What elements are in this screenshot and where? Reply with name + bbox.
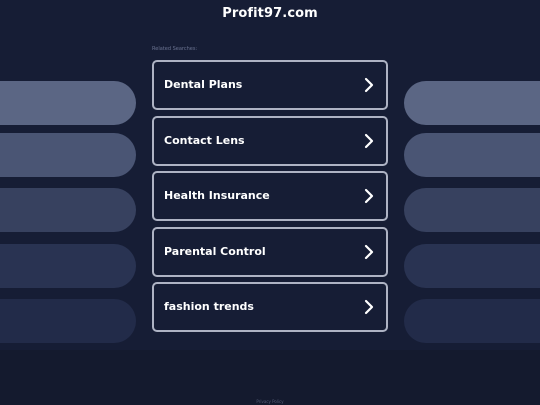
decor-blob-right-4 (404, 244, 540, 288)
chevron-right-icon (364, 244, 374, 259)
chevron-right-icon (364, 133, 374, 148)
related-link-label: Health Insurance (164, 189, 270, 203)
related-link-contact-lens[interactable]: Contact Lens (152, 115, 388, 166)
decor-blob-right-5 (404, 299, 540, 343)
related-links-list: Dental Plans Contact Lens Health Insuran… (152, 60, 388, 338)
related-link-dental-plans[interactable]: Dental Plans (152, 60, 388, 110)
related-link-label: Parental Control (164, 244, 266, 258)
decor-blob-right-2 (404, 133, 540, 177)
decor-blob-right-1 (404, 81, 540, 125)
related-link-label: fashion trends (164, 300, 254, 314)
decor-blob-right-3 (404, 188, 540, 232)
main-area: Profit97.com Related Searches: Dental Pl… (0, 0, 540, 350)
privacy-policy-link[interactable]: Privacy Policy (0, 399, 540, 404)
decor-blob-left-1 (0, 81, 136, 125)
decor-blob-left-2 (0, 133, 136, 177)
page: Profit97.com Related Searches: Dental Pl… (0, 0, 540, 405)
chevron-right-icon (364, 77, 374, 93)
related-link-fashion-trends[interactable]: fashion trends (152, 282, 388, 333)
related-link-health-insurance[interactable]: Health Insurance (152, 171, 388, 222)
related-link-parental-control[interactable]: Parental Control (152, 226, 388, 277)
chevron-right-icon (364, 300, 374, 315)
related-link-label: Contact Lens (164, 133, 245, 147)
related-searches-label: Related Searches: (152, 46, 198, 52)
decor-blob-left-4 (0, 244, 136, 288)
decor-blob-left-5 (0, 299, 136, 343)
decor-blob-left-3 (0, 188, 136, 232)
chevron-right-icon (364, 189, 374, 204)
related-link-label: Dental Plans (164, 78, 243, 91)
site-title[interactable]: Profit97.com (0, 6, 540, 21)
